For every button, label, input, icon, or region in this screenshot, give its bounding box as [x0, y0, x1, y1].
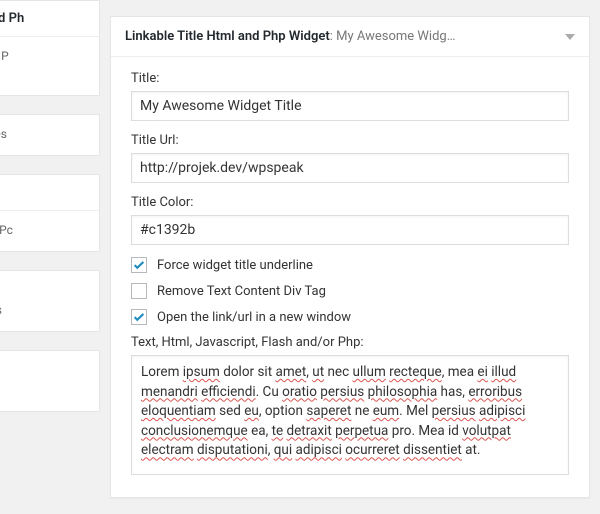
field-title-color: Title Color:: [131, 195, 569, 245]
available-widget-desc: our site's Pages: [0, 115, 99, 155]
title-label: Title:: [131, 71, 569, 86]
available-widget[interactable]: osts s most recent Pc: [0, 174, 100, 252]
checkbox-new-window[interactable]: [131, 309, 147, 325]
checkbox-remove-div[interactable]: [131, 283, 147, 299]
content-textarea[interactable]: Lorem ipsum dolor sit amet, ut nec ullum…: [131, 355, 569, 475]
field-title-url: Title Url:: [131, 133, 569, 183]
check-icon: [132, 258, 146, 272]
checkbox-row-underline[interactable]: Force widget title underline: [131, 257, 569, 273]
title-color-label: Title Color:: [131, 195, 569, 210]
title-url-input[interactable]: [131, 153, 569, 183]
available-widgets-column: Title Html and Ph Title Html and P y Pep…: [0, 0, 100, 514]
available-widget-desc: s most recent Pc: [0, 211, 99, 251]
available-widget[interactable]: Title Html and Ph Title Html and P y Pep…: [0, 0, 100, 96]
title-url-label: Title Url:: [131, 133, 569, 148]
field-content: Text, Html, Javascript, Flash and/or Php…: [131, 335, 569, 475]
available-widget[interactable]: text or HTML.: [0, 350, 100, 412]
checkbox-new-window-label: Open the link/url in a new window: [157, 310, 351, 325]
widget-settings-panel: Linkable Title Html and Php Widget: My A…: [110, 16, 590, 498]
widget-panel-body: Title: Title Url: Title Color: Force wid…: [111, 57, 589, 497]
check-icon: [132, 310, 146, 324]
widget-panel-title: Linkable Title Html and Php Widget: My A…: [125, 29, 455, 44]
content-label: Text, Html, Javascript, Flash and/or Php…: [131, 335, 569, 350]
available-widget[interactable]: form for your s: [0, 270, 100, 332]
checkbox-underline-label: Force widget title underline: [157, 258, 313, 273]
checkbox-row-new-window[interactable]: Open the link/url in a new window: [131, 309, 569, 325]
checkbox-remove-div-label: Remove Text Content Div Tag: [157, 284, 326, 299]
available-widget-desc: form for your s: [0, 291, 99, 331]
chevron-down-icon[interactable]: [565, 34, 575, 40]
available-widget-title: Title Html and Ph: [0, 1, 99, 37]
field-title: Title:: [131, 71, 569, 121]
checkbox-underline[interactable]: [131, 257, 147, 273]
widget-panel-header[interactable]: Linkable Title Html and Php Widget: My A…: [111, 17, 589, 57]
title-color-input[interactable]: [131, 215, 569, 245]
available-widget-title: osts: [0, 175, 99, 211]
checkbox-row-remove-div[interactable]: Remove Text Content Div Tag: [131, 283, 569, 299]
available-widget-desc: Title Html and P y PepLamb: [0, 37, 99, 95]
available-widget-desc: text or HTML.: [0, 371, 99, 411]
title-input[interactable]: [131, 91, 569, 121]
available-widget[interactable]: our site's Pages: [0, 114, 100, 156]
content-text: Lorem ipsum dolor sit amet, ut nec ullum…: [141, 364, 525, 458]
